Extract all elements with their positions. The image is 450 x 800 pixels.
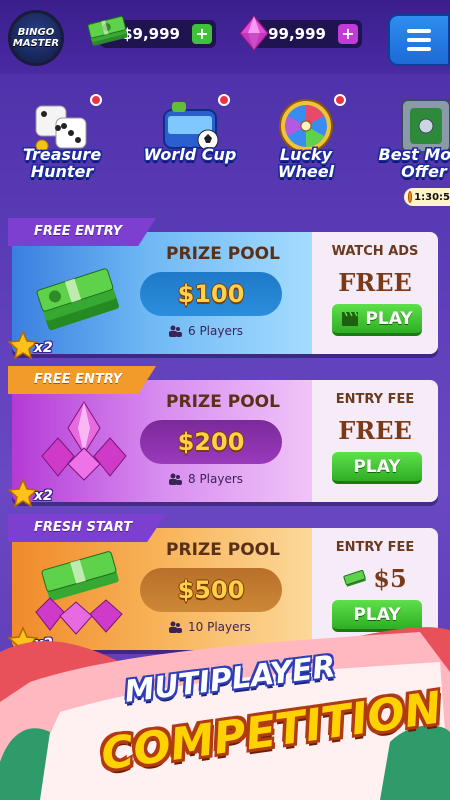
feature-label: Lucky Wheel [277, 145, 335, 181]
feature-treasure-hunter[interactable]: Treasure Hunter [14, 92, 110, 192]
entry-title: WATCH ADS [331, 244, 419, 259]
menu-line-icon [407, 47, 431, 51]
card-banner: FREE ENTRY [8, 218, 157, 246]
play-button[interactable]: PLAY [332, 452, 422, 484]
hamburger-menu-button[interactable] [388, 14, 450, 66]
offer-timer-text: 1:30:5 [414, 191, 450, 203]
clapperboard-icon [342, 311, 359, 326]
feature-label: Treasure Hunter [22, 145, 102, 181]
card-right-panel: WATCH ADS FREE PLAY [312, 232, 438, 354]
cash-stack-icon [87, 15, 128, 46]
card-right-panel: ENTRY FEE FREE PLAY [312, 380, 438, 502]
multiplier-text: x2 [34, 488, 53, 504]
card-banner: FRESH START [8, 514, 167, 542]
feature-label: Best Mo... Offer [378, 145, 450, 181]
card-banner: FREE ENTRY [8, 366, 157, 394]
entry-fee-amount: $5 [373, 564, 407, 593]
add-gem-button[interactable]: + [338, 24, 358, 44]
star-multiplier-badge: x2 [7, 478, 64, 508]
players-text: 8 Players [188, 472, 244, 486]
feature-label: World Cup [143, 145, 237, 164]
prize-amount: $200 [140, 420, 282, 464]
entry-fee-value: $5 [312, 564, 438, 593]
player-count: 8 Players [168, 472, 243, 486]
prize-amount: $500 [140, 568, 282, 612]
cash-bundle-icon [36, 268, 119, 331]
menu-line-icon [407, 29, 431, 33]
prize-pool-title: PRIZE POOL [166, 244, 280, 264]
top-bar: BINGO MASTER $9,999 + 99,999 + [0, 0, 450, 74]
gem-pile-icon [41, 401, 127, 481]
multiplier-text: x2 [34, 340, 53, 356]
prize-amount: $100 [140, 272, 282, 316]
cash-icon [343, 569, 367, 587]
players-icon [169, 325, 182, 337]
feature-lucky-wheel[interactable]: Lucky Wheel [258, 92, 354, 192]
notification-dot [90, 94, 102, 106]
players-text: 6 Players [188, 324, 244, 338]
play-button[interactable]: PLAY [332, 304, 422, 336]
play-label: PLAY [353, 456, 401, 477]
entry-title: ENTRY FEE [335, 540, 415, 555]
notification-dot [218, 94, 230, 106]
entry-title: ENTRY FEE [335, 392, 415, 407]
players-icon [169, 473, 182, 485]
offer-timer: 1:30:5 [404, 188, 450, 206]
feature-best-offer[interactable]: Best Mo... Offer [376, 92, 450, 192]
entry-value: FREE [338, 416, 412, 445]
notification-dot [334, 94, 346, 106]
clock-icon [408, 191, 413, 203]
game-card: WATCH ADS FREE PLAY FREE ENTRY PRIZE POO… [7, 218, 438, 360]
prize-pool-title: PRIZE POOL [166, 540, 280, 560]
player-count: 6 Players [168, 324, 243, 338]
prize-pool-title: PRIZE POOL [166, 392, 280, 412]
feature-world-cup[interactable]: World Cup [142, 92, 238, 192]
cash-amount: $9,999 [122, 25, 180, 43]
star-multiplier-badge: x2 [7, 330, 64, 360]
play-label: PLAY [365, 308, 413, 329]
app-logo: BINGO MASTER [8, 10, 64, 66]
gem-icon [239, 14, 269, 52]
logo-text: BINGO MASTER [12, 27, 60, 49]
add-cash-button[interactable]: + [192, 24, 212, 44]
game-card: ENTRY FEE FREE PLAY FREE ENTRY PRIZE POO… [7, 366, 438, 508]
entry-value: FREE [338, 268, 412, 297]
gem-amount: 99,999 [268, 25, 326, 43]
menu-line-icon [407, 38, 431, 42]
